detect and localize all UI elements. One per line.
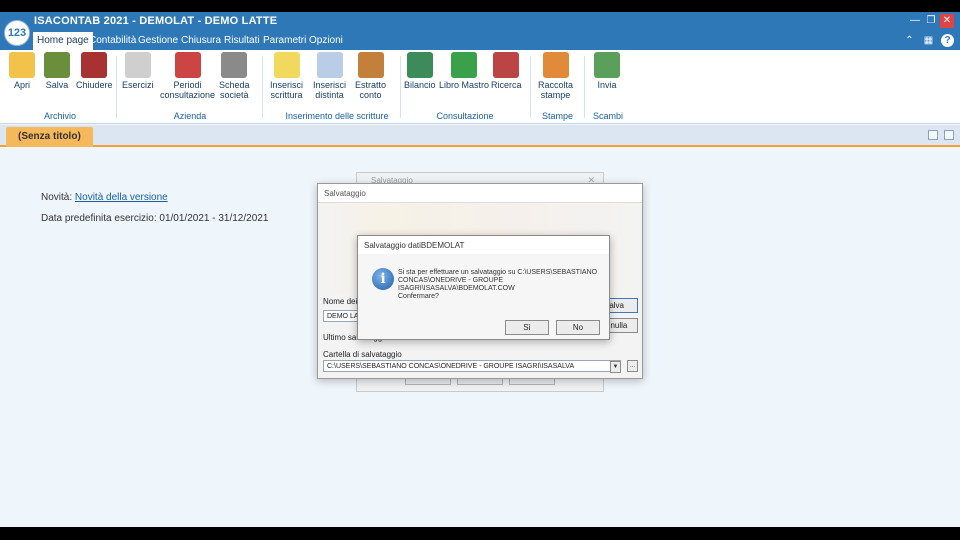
house-icon	[221, 52, 248, 78]
menu-chiusura[interactable]: Chiusura	[177, 32, 225, 50]
tool-write-entry[interactable]: Inserisci scrittura	[270, 52, 303, 100]
tool-label-line2: conto	[359, 90, 382, 100]
browse-folder-button[interactable]: ...	[627, 360, 638, 372]
tab-list-icon[interactable]	[928, 130, 938, 140]
dialog-title: Salvataggio	[318, 184, 642, 203]
group-stampe: Stampe	[541, 111, 574, 121]
ribbon-separator	[116, 56, 117, 118]
title-bar: ISACONTAB 2021 - DEMOLAT - DEMO LATTE — …	[0, 12, 960, 32]
group-azienda: Azienda	[173, 111, 207, 121]
tool-label: Invia	[597, 80, 617, 90]
tool-write-list[interactable]: Inserisci distinta	[313, 52, 346, 100]
calendar-icon	[124, 52, 151, 78]
app-logo: 123	[4, 20, 30, 46]
tool-label: Esercizi	[122, 80, 154, 90]
tool-close-book[interactable]: Chiudere	[76, 52, 113, 90]
document-tab-strip: (Senza titolo)	[0, 125, 960, 147]
menu-home-page[interactable]: Home page	[33, 32, 93, 50]
tool-label: Estratto	[355, 80, 387, 90]
tool-label: Apri	[13, 80, 30, 90]
news-label: Novità:	[41, 192, 73, 203]
tool-save[interactable]: Salva	[44, 52, 70, 90]
collapse-ribbon-icon[interactable]: ⌃	[903, 34, 916, 47]
tool-label: Salva	[45, 80, 69, 90]
save-icon	[44, 52, 70, 78]
menu-gestione[interactable]: Gestione	[134, 32, 182, 50]
tool-label: Inserisci	[313, 80, 347, 90]
group-consultazione: Consultazione	[436, 111, 494, 121]
confirm-title: Salvataggio datiBDEMOLAT	[358, 236, 609, 254]
euro-icon	[357, 52, 384, 78]
save-folder-select[interactable]: C:\USERS\SEBASTIANO CONCAS\ONEDRIVE - GR…	[323, 360, 621, 372]
default-fiscal-dates: Data predefinita esercizio: 01/01/2021 -…	[41, 213, 269, 224]
tool-euro[interactable]: Estratto conto	[355, 52, 386, 100]
close-button[interactable]: ✕	[940, 14, 954, 28]
send-icon	[594, 52, 620, 78]
ribbon: Archivio Azienda Inserimento delle scrit…	[0, 50, 960, 124]
calculator-icon[interactable]: ▦	[922, 34, 935, 47]
confirm-question: Confermare?	[398, 293, 439, 300]
tool-balance[interactable]: Bilancio	[404, 52, 436, 90]
tool-house[interactable]: Scheda società	[219, 52, 250, 100]
ribbon-separator	[584, 56, 585, 118]
tool-ledger[interactable]: Libro Mastro	[439, 52, 489, 90]
tool-print-collection[interactable]: Raccolta stampe	[538, 52, 573, 100]
news-link[interactable]: Novità della versione	[75, 192, 168, 203]
tool-label: Chiudere	[76, 80, 113, 90]
calendar-20xx-icon	[174, 52, 201, 78]
group-inserimento: Inserimento delle scritture	[285, 111, 389, 121]
tool-calendar-20xx[interactable]: Periodi consultazione	[160, 52, 215, 100]
menu-risultati[interactable]: Risultati	[220, 32, 264, 50]
chevron-down-icon[interactable]: ▼	[610, 361, 621, 373]
tab-grid-icon[interactable]	[944, 130, 954, 140]
tool-label: Scheda	[219, 80, 250, 90]
group-archivio: Archivio	[43, 111, 76, 121]
open-folder-icon	[9, 52, 35, 78]
tool-label-line2: società	[220, 90, 249, 100]
menu-parametri[interactable]: Parametri	[259, 32, 310, 50]
tool-send[interactable]: Invia	[594, 52, 620, 90]
tool-label: Raccolta	[538, 80, 574, 90]
tool-label: Bilancio	[404, 80, 436, 90]
tool-search[interactable]: Ricerca	[491, 52, 522, 90]
ribbon-separator	[262, 56, 263, 118]
close-book-icon	[81, 52, 108, 78]
no-button[interactable]: No	[556, 320, 600, 335]
tool-label-line2: distinta	[315, 90, 344, 100]
confirm-message: Si sta per effettuare un salvataggio su …	[398, 269, 603, 301]
help-icon[interactable]: ?	[941, 34, 954, 47]
group-scambi: Scambi	[592, 111, 623, 121]
write-list-icon	[316, 52, 343, 78]
confirm-dialog: Salvataggio datiBDEMOLAT i Si sta per ef…	[357, 235, 610, 340]
ledger-icon	[451, 52, 478, 78]
confirm-message-text: Si sta per effettuare un salvataggio su …	[398, 269, 598, 292]
tool-label-line2: consultazione	[160, 90, 216, 100]
tool-label-line2: stampe	[540, 90, 571, 100]
window-title: ISACONTAB 2021 - DEMOLAT - DEMO LATTE	[34, 15, 278, 27]
news-line: Novità: Novità della versione	[41, 192, 168, 203]
restore-button[interactable]: ❐	[924, 14, 938, 28]
write-entry-icon	[273, 52, 300, 78]
menu-opzioni[interactable]: Opzioni	[305, 32, 347, 50]
info-icon: i	[372, 268, 394, 290]
ribbon-separator	[530, 56, 531, 118]
tab-senza-titolo[interactable]: (Senza titolo)	[6, 127, 93, 147]
print-collection-icon	[542, 52, 569, 78]
menu-contabilita[interactable]: Contabilità	[85, 32, 140, 50]
tool-calendar[interactable]: Esercizi	[122, 52, 154, 90]
tool-label: Inserisci	[270, 80, 304, 90]
tool-open-folder[interactable]: Apri	[9, 52, 35, 90]
yes-button[interactable]: Sì	[505, 320, 549, 335]
save-folder-label: Cartella di salvataggio	[323, 350, 402, 359]
tool-label-line2: scrittura	[270, 90, 303, 100]
search-icon	[493, 52, 520, 78]
menu-bar: Home page Contabilità Gestione Chiusura …	[0, 32, 960, 50]
tool-label: Ricerca	[491, 80, 522, 90]
tool-label: Periodi	[173, 80, 202, 90]
tool-label: Libro Mastro	[439, 80, 490, 90]
minimize-button[interactable]: —	[908, 14, 922, 28]
balance-icon	[406, 52, 433, 78]
ribbon-separator	[400, 56, 401, 118]
